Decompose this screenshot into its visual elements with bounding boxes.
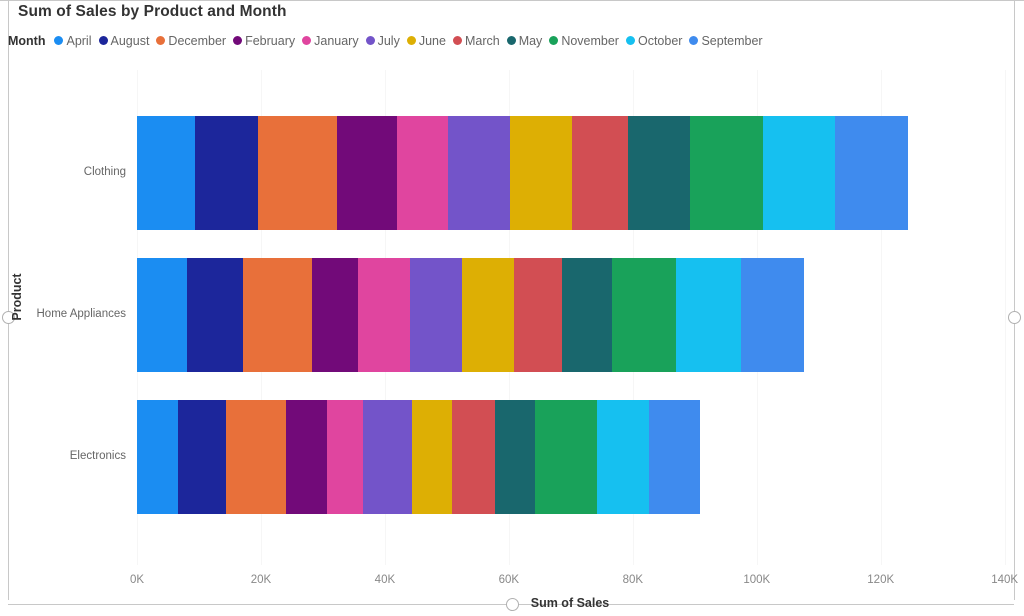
bar-segment[interactable] bbox=[397, 116, 449, 230]
bar-segment[interactable] bbox=[137, 400, 178, 514]
legend-item-label: July bbox=[377, 33, 400, 48]
legend-swatch-icon bbox=[452, 36, 462, 45]
bar-segment[interactable] bbox=[326, 400, 363, 514]
x-axis-tick-labels: 0K 20K 40K 60K 80K 100K 120K 140K bbox=[0, 574, 1024, 590]
legend-swatch-icon bbox=[365, 36, 375, 45]
bar-segment[interactable] bbox=[411, 400, 453, 514]
bar-segment[interactable] bbox=[362, 400, 412, 514]
gridline bbox=[1004, 70, 1006, 565]
x-axis-tick-label: 40K bbox=[374, 574, 396, 586]
x-axis-tick-label: 140K bbox=[991, 574, 1019, 586]
legend-swatch-icon bbox=[302, 36, 312, 45]
y-axis-category-label: Home Appliances bbox=[36, 308, 127, 320]
legend-swatch-icon bbox=[549, 36, 559, 45]
bar-segment[interactable] bbox=[286, 400, 327, 514]
legend-item-label: March bbox=[464, 33, 500, 48]
legend-item[interactable]: February bbox=[233, 34, 295, 48]
y-axis-category-label: Clothing bbox=[83, 166, 126, 178]
legend-item-label: May bbox=[518, 33, 543, 48]
bar-segment[interactable] bbox=[741, 258, 805, 372]
bar-segment[interactable] bbox=[409, 258, 463, 372]
legend-swatch-icon bbox=[233, 36, 243, 45]
bar-segment[interactable] bbox=[137, 116, 196, 230]
legend-item[interactable]: March bbox=[452, 33, 500, 48]
bar-segment[interactable] bbox=[242, 258, 312, 372]
legend-item[interactable]: September bbox=[689, 33, 763, 48]
bar-segment[interactable] bbox=[452, 400, 495, 514]
x-axis-tick-label: 20K bbox=[250, 574, 272, 586]
bar-segment[interactable] bbox=[337, 116, 398, 230]
bar-segment[interactable] bbox=[357, 258, 410, 372]
bar-segment[interactable] bbox=[462, 258, 515, 372]
bar-segment[interactable] bbox=[187, 258, 243, 372]
bar-segment[interactable] bbox=[137, 258, 188, 372]
chart-visual-container[interactable]: Sum of Sales by Product and Month Month … bbox=[0, 0, 1024, 616]
legend-item-label: February bbox=[245, 33, 296, 48]
legend-item[interactable]: May bbox=[506, 33, 543, 48]
bar-segment[interactable] bbox=[195, 116, 259, 230]
x-axis-title-text: Sum of Sales bbox=[530, 596, 610, 610]
bar-segment[interactable] bbox=[514, 258, 563, 372]
legend-item-label: January bbox=[314, 33, 359, 48]
bar-segment[interactable] bbox=[177, 400, 226, 514]
legend-item[interactable]: January bbox=[302, 33, 359, 48]
legend-item-label: October bbox=[637, 33, 683, 48]
x-axis-title: Sum of Sales bbox=[0, 596, 1024, 610]
legend-item[interactable]: June bbox=[406, 33, 446, 48]
bar-segment[interactable] bbox=[225, 400, 287, 514]
bar-segment[interactable] bbox=[258, 116, 338, 230]
legend-swatch-icon bbox=[156, 36, 166, 45]
legend-item[interactable]: December bbox=[156, 34, 226, 48]
x-axis-tick-label: 60K bbox=[498, 574, 520, 586]
bar-segment[interactable] bbox=[649, 400, 700, 514]
visual-frame-right-border bbox=[1014, 0, 1015, 600]
resize-handle-right[interactable] bbox=[1008, 311, 1021, 324]
legend-item-label: June bbox=[418, 33, 446, 48]
bar-segment[interactable] bbox=[627, 116, 690, 230]
bar-segment[interactable] bbox=[510, 116, 573, 230]
plot-area bbox=[0, 0, 1024, 616]
bar-segment[interactable] bbox=[596, 400, 650, 514]
stacked-bar-clothing[interactable] bbox=[137, 116, 908, 230]
bar-segment[interactable] bbox=[311, 258, 358, 372]
bar-segment[interactable] bbox=[572, 116, 628, 230]
legend-item-label: November bbox=[561, 33, 619, 48]
bar-segment[interactable] bbox=[562, 258, 613, 372]
legend-swatch-icon bbox=[689, 36, 699, 45]
x-axis-tick-label: 120K bbox=[867, 574, 895, 586]
bar-segment[interactable] bbox=[689, 116, 763, 230]
y-axis-category-label: Electronics bbox=[69, 450, 126, 462]
legend-item[interactable]: November bbox=[549, 34, 619, 48]
bar-segment[interactable] bbox=[448, 116, 511, 230]
bar-segment[interactable] bbox=[534, 400, 597, 514]
x-axis-tick-label: 100K bbox=[743, 574, 771, 586]
legend-item[interactable]: October bbox=[625, 33, 683, 48]
y-axis-title: Product bbox=[10, 273, 24, 321]
stacked-bar-electronics[interactable] bbox=[137, 400, 700, 514]
bar-segment[interactable] bbox=[834, 116, 908, 230]
bar-segment[interactable] bbox=[494, 400, 535, 514]
legend-swatch-icon bbox=[625, 36, 635, 45]
bar-segment[interactable] bbox=[612, 258, 677, 372]
legend-items: April August December February January July Ju… bbox=[54, 32, 769, 50]
legend-swatch-icon bbox=[406, 36, 416, 45]
stacked-bar-home-appliances[interactable] bbox=[137, 258, 805, 372]
legend-item-label: September bbox=[701, 33, 763, 48]
x-axis-tick-label: 0K bbox=[129, 574, 145, 586]
bar-segment[interactable] bbox=[762, 116, 835, 230]
bar-segment[interactable] bbox=[676, 258, 742, 372]
x-axis-tick-label: 80K bbox=[622, 574, 644, 586]
legend-item[interactable]: July bbox=[365, 33, 400, 48]
legend-item-label: December bbox=[168, 33, 227, 48]
visual-frame-top-border bbox=[0, 0, 1024, 1]
legend-swatch-icon bbox=[506, 36, 516, 45]
